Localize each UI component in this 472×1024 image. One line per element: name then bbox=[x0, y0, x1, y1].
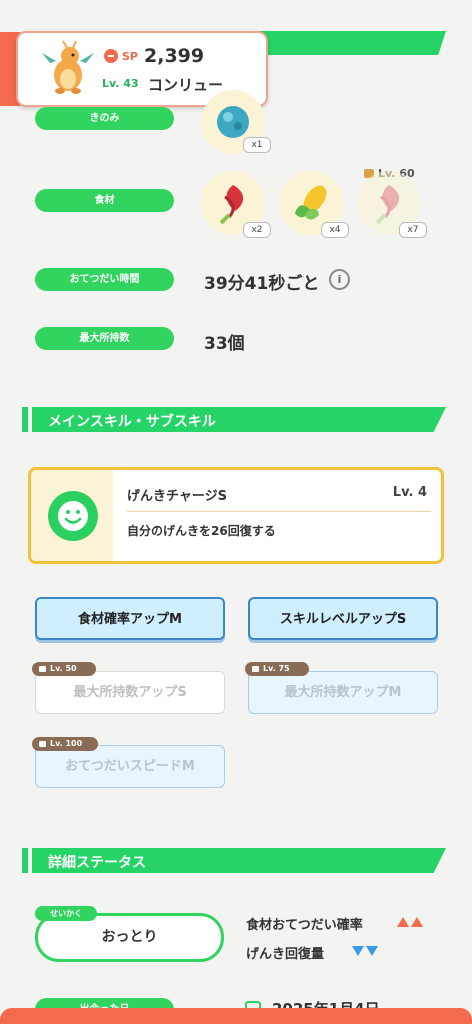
pokemon-level: Lv. 43 bbox=[102, 77, 139, 90]
leek-icon bbox=[375, 185, 400, 225]
sub-skill-1[interactable]: 食材確率アップM bbox=[35, 597, 225, 640]
dragonite-icon bbox=[42, 40, 94, 94]
sub-skill-4-lock-tag: Lv. 75 bbox=[245, 662, 309, 676]
skills-section-header: メインスキル・サブスキル bbox=[22, 407, 446, 432]
max-carry-label: 最大所持数 bbox=[35, 327, 174, 350]
leek-icon bbox=[219, 185, 244, 225]
help-time-value: 39分41秒ごと bbox=[204, 274, 320, 294]
main-skill-description: 自分のげんきを26回復する bbox=[127, 524, 276, 538]
berry-quantity: x1 bbox=[243, 137, 271, 153]
main-skill-card[interactable]: げんきチャージS Lv. 4 自分のげんきを26回復する bbox=[28, 467, 444, 564]
berry-icon bbox=[217, 106, 249, 138]
bottom-sheet-edge bbox=[0, 1008, 472, 1024]
top-section-banner bbox=[250, 31, 446, 55]
main-skill-level: Lv. 4 bbox=[392, 485, 427, 500]
down-arrow-icon bbox=[352, 946, 364, 956]
sub-skill-3[interactable]: 最大所持数アップS bbox=[35, 671, 225, 714]
help-time-label: おてつだい時間 bbox=[35, 268, 174, 291]
smiley-icon bbox=[48, 491, 98, 541]
nature-tag: せいかく bbox=[35, 906, 97, 921]
sub-skill-2[interactable]: スキルレベルアップS bbox=[248, 597, 438, 640]
sp-label: SP bbox=[122, 50, 138, 63]
sp-value: 2,399 bbox=[144, 45, 205, 67]
sub-skill-4[interactable]: 最大所持数アップM bbox=[248, 671, 438, 714]
status-section-title: 詳細ステータス bbox=[48, 855, 146, 871]
sub-skill-5[interactable]: おてつだいスピードM bbox=[35, 745, 225, 788]
berry-label: きのみ bbox=[35, 107, 174, 130]
up-arrow-icon bbox=[397, 917, 409, 927]
max-carry-value: 33個 bbox=[204, 334, 245, 354]
down-arrow-icon bbox=[366, 946, 378, 956]
ingredient-label: 食材 bbox=[35, 189, 174, 212]
status-section-header: 詳細ステータス bbox=[22, 848, 446, 873]
up-arrow-icon bbox=[411, 917, 423, 927]
sub-skill-3-lock-tag: Lv. 50 bbox=[32, 662, 96, 676]
nature-down-stat: げんき回復量 bbox=[246, 947, 325, 962]
sub-skill-5-lock-tag: Lv. 100 bbox=[32, 737, 98, 751]
info-icon[interactable]: i bbox=[329, 269, 350, 290]
skills-section-title: メインスキル・サブスキル bbox=[48, 414, 216, 430]
ingredient-quantity-2: x4 bbox=[321, 222, 349, 238]
nature-up-stat: 食材おてつだい確率 bbox=[246, 918, 363, 933]
ingredient-quantity-1: x2 bbox=[243, 222, 271, 238]
ingredient-quantity-3: x7 bbox=[399, 222, 427, 238]
corn-icon bbox=[295, 185, 327, 220]
sp-icon bbox=[104, 49, 118, 63]
main-skill-name: げんきチャージS bbox=[127, 489, 227, 504]
pokemon-name: コンリュー bbox=[148, 76, 224, 94]
divider bbox=[127, 511, 431, 512]
